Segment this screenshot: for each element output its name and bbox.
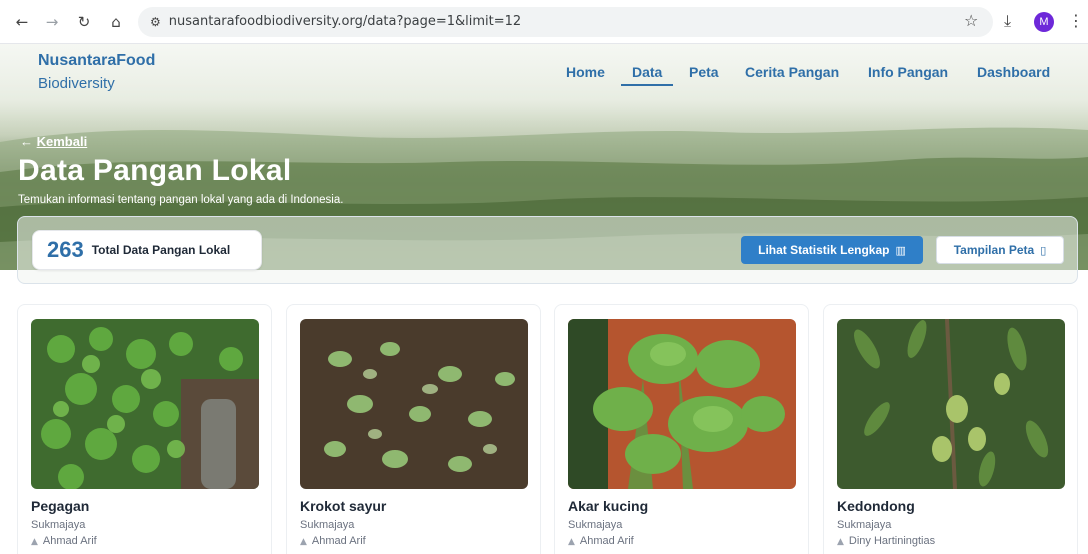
nav-data[interactable]: Data (621, 64, 674, 86)
food-card[interactable]: Krokot sayur Sukmajaya ▲ Ahmad Arif (286, 304, 541, 554)
purslane-plant-image (300, 319, 528, 489)
back-link-label[interactable]: Kembali (37, 134, 88, 149)
author-name: Ahmad Arif (42, 535, 97, 547)
food-author: ▲ Ahmad Arif (31, 535, 97, 547)
nav-dashboard[interactable]: Dashboard (977, 64, 1050, 80)
food-name[interactable]: Pegagan (31, 498, 89, 514)
food-author: ▲ Diny Hartiningtias (837, 535, 935, 547)
nav-cerita-pangan[interactable]: Cerita Pangan (745, 64, 839, 80)
food-author: ▲ Ahmad Arif (568, 535, 634, 547)
forward-arrow-icon[interactable]: → (40, 10, 64, 34)
clover-plant-image (31, 319, 259, 489)
food-photo[interactable] (300, 319, 528, 489)
food-name[interactable]: Kedondong (837, 498, 915, 514)
more-vert-icon[interactable]: ⋮ (1068, 11, 1084, 30)
author-name: Ahmad Arif (579, 535, 634, 547)
food-name[interactable]: Krokot sayur (300, 498, 386, 514)
back-arrow-icon: ← (20, 134, 37, 149)
person-icon: ▲ (568, 537, 575, 547)
url-text[interactable]: nusantarafoodbiodiversity.org/data?page=… (169, 14, 521, 29)
food-location: Sukmajaya (837, 519, 892, 531)
nav-peta[interactable]: Peta (689, 64, 719, 80)
person-icon: ▲ (31, 537, 38, 547)
main-nav: Home Data Peta Cerita Pangan Info Pangan… (0, 64, 1088, 88)
map-view-button[interactable]: Tampilan Peta ▯ (936, 236, 1064, 264)
total-count: 263 (47, 237, 84, 262)
download-icon[interactable]: ⤓ (1004, 11, 1011, 31)
back-arrow-icon[interactable]: ← (10, 10, 34, 34)
food-author: ▲ Ahmad Arif (300, 535, 366, 547)
food-photo[interactable] (568, 319, 796, 489)
view-statistics-label: Lihat Statistik Lengkap (758, 243, 890, 257)
nav-home[interactable]: Home (566, 64, 605, 80)
food-card[interactable]: Akar kucing Sukmajaya ▲ Ahmad Arif (554, 304, 809, 554)
map-icon: ▯ (1040, 243, 1047, 257)
map-view-label: Tampilan Peta (953, 243, 1035, 257)
person-icon: ▲ (837, 537, 844, 547)
browser-toolbar: ← → ↻ ⌂ ⚙ nusantarafoodbiodiversity.org/… (0, 0, 1088, 44)
food-photo[interactable] (31, 319, 259, 489)
food-location: Sukmajaya (31, 519, 86, 531)
home-icon[interactable]: ⌂ (104, 10, 128, 34)
food-location: Sukmajaya (300, 519, 355, 531)
address-bar[interactable]: ⚙ nusantarafoodbiodiversity.org/data?pag… (138, 6, 993, 37)
total-count-card: 263 Total Data Pangan Lokal (32, 230, 262, 270)
back-link[interactable]: ← Kembali (20, 134, 87, 149)
acalypha-plant-image (568, 319, 796, 489)
page-subtitle: Temukan informasi tentang pangan lokal y… (18, 194, 344, 206)
site-settings-icon[interactable]: ⚙ (150, 15, 161, 29)
food-card[interactable]: Kedondong Sukmajaya ▲ Diny Hartiningtias (823, 304, 1078, 554)
food-photo[interactable] (837, 319, 1065, 489)
view-statistics-button[interactable]: Lihat Statistik Lengkap ▥ (741, 236, 923, 264)
food-name[interactable]: Akar kucing (568, 498, 648, 514)
profile-avatar[interactable]: M (1034, 12, 1054, 32)
food-location: Sukmajaya (568, 519, 623, 531)
author-name: Ahmad Arif (311, 535, 366, 547)
reload-icon[interactable]: ↻ (72, 10, 96, 34)
food-card[interactable]: Pegagan Sukmajaya ▲ Ahmad Arif (17, 304, 272, 554)
star-icon[interactable]: ☆ (964, 11, 988, 30)
person-icon: ▲ (300, 537, 307, 547)
kedondong-tree-image (837, 319, 1065, 489)
bar-chart-icon: ▥ (895, 243, 906, 257)
author-name: Diny Hartiningtias (848, 535, 936, 547)
total-count-label: Total Data Pangan Lokal (91, 243, 231, 257)
page-title: Data Pangan Lokal (18, 154, 292, 187)
nav-info-pangan[interactable]: Info Pangan (868, 64, 948, 80)
